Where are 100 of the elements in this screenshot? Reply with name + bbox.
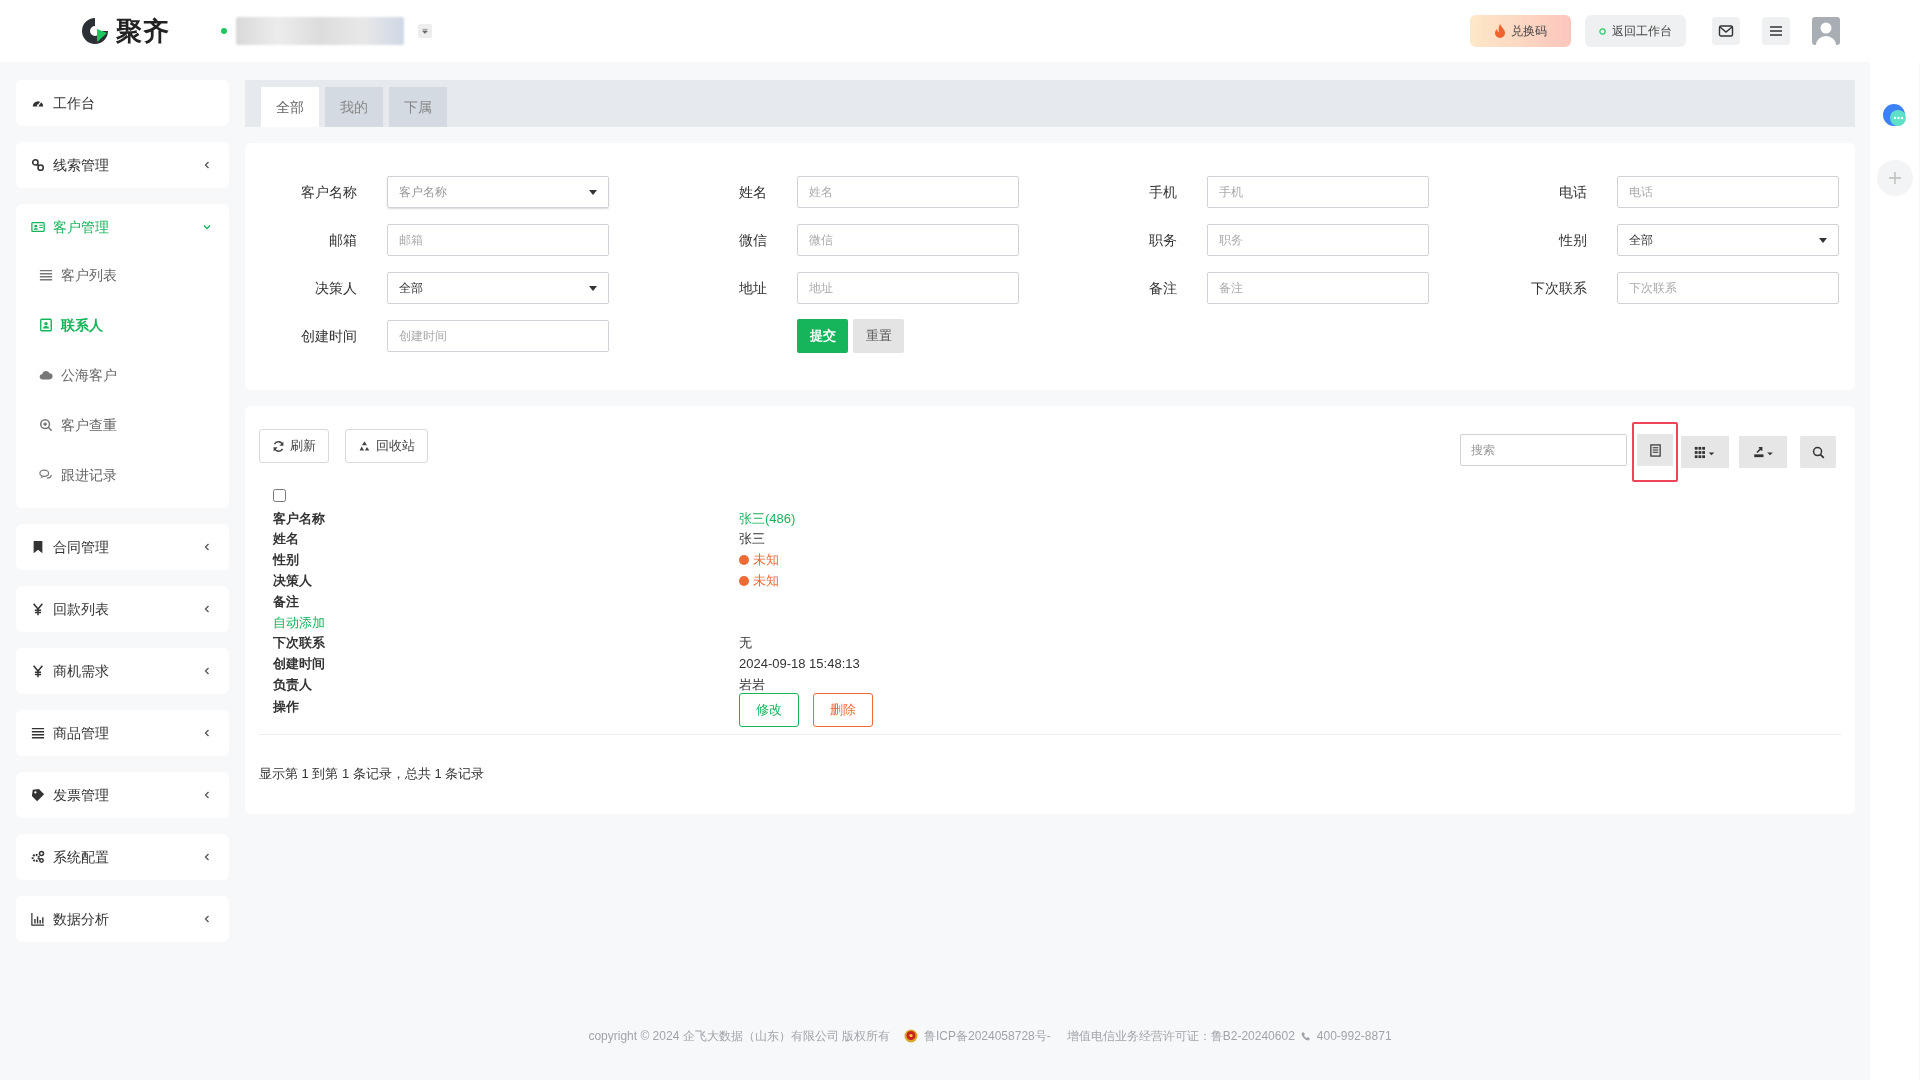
field-label: 备注 <box>1148 278 1177 298</box>
circle-icon <box>1599 27 1606 35</box>
input-field[interactable]: 下次联系 <box>1617 272 1839 304</box>
dropdown-icon[interactable] <box>418 24 433 38</box>
sidebar-item[interactable]: 数据分析 <box>16 896 229 942</box>
input-field[interactable]: 手机 <box>1207 176 1429 208</box>
select-field[interactable]: 全部 <box>387 272 609 304</box>
copyright-text: copyright © 2024 企飞大数据（山东）有限公司 版权所有 <box>588 1028 890 1045</box>
cloud-icon <box>39 368 53 382</box>
sidebar-subitem[interactable]: 公海客户 <box>16 350 229 400</box>
plus-icon <box>1886 170 1903 186</box>
list-icon <box>31 726 45 740</box>
input-field[interactable]: 微信 <box>797 224 1019 256</box>
columns-icon[interactable] <box>1681 436 1729 468</box>
pagination-info: 显示第 1 到第 1 条记录，总共 1 条记录 <box>259 765 486 784</box>
mail-icon[interactable] <box>1712 17 1740 45</box>
chevron-left-icon <box>202 542 212 552</box>
yen-icon <box>31 664 45 678</box>
recycle-icon <box>358 439 371 453</box>
emblem-icon <box>904 1029 918 1043</box>
sidebar-item[interactable]: 商品管理 <box>16 710 229 756</box>
field-label: 微信 <box>738 230 767 250</box>
field-label: 客户名称 <box>273 510 325 526</box>
chevron-left-icon <box>202 666 212 676</box>
search-icon[interactable] <box>1800 436 1836 468</box>
tab[interactable]: 全部 <box>261 87 319 127</box>
reset-button[interactable]: 重置 <box>853 319 904 353</box>
sidebar-item[interactable]: 回款列表 <box>16 586 229 632</box>
caret-icon <box>1819 237 1827 243</box>
field-label: 电话 <box>1558 182 1587 202</box>
bookmark-icon <box>31 540 45 554</box>
field-label: 姓名 <box>273 531 299 547</box>
export-icon[interactable] <box>1739 436 1787 468</box>
input-field[interactable]: 地址 <box>797 272 1019 304</box>
menu-icon[interactable] <box>1762 17 1790 45</box>
contact-card-icon <box>39 318 53 332</box>
yen-icon <box>31 602 45 616</box>
note-text: 自动添加 <box>273 613 325 632</box>
card-view-icon[interactable] <box>1637 434 1673 466</box>
field-label: 客户名称 <box>300 182 357 202</box>
caret-icon <box>589 189 597 195</box>
list-icon <box>39 268 53 282</box>
chat-bubbles-icon <box>39 468 53 482</box>
chevron-left-icon <box>202 604 212 614</box>
input-field[interactable]: 姓名 <box>797 176 1019 208</box>
checkbox[interactable] <box>273 489 286 502</box>
zoom-in-icon <box>39 418 53 432</box>
field-label: 手机 <box>1148 182 1177 202</box>
input-field[interactable]: 创建时间 <box>387 320 609 352</box>
link-icon <box>31 158 45 172</box>
field-value: 岩岩 <box>739 676 765 694</box>
field-label: 负责人 <box>273 677 312 692</box>
field-label: 姓名 <box>738 182 767 202</box>
sidebar-item[interactable]: 工作台 <box>16 80 229 126</box>
sidebar-item[interactable]: 系统配置 <box>16 834 229 880</box>
phone-number: 400-992-8871 <box>1316 1028 1392 1045</box>
sidebar-item[interactable]: 线索管理 <box>16 142 229 188</box>
sidebar-item[interactable]: 合同管理 <box>16 524 229 570</box>
input-field[interactable]: 邮箱 <box>387 224 609 256</box>
field-label: 性别 <box>273 552 299 568</box>
logo-icon <box>80 16 110 46</box>
flame-icon <box>1494 24 1506 38</box>
sidebar-subitem[interactable]: 跟进记录 <box>16 450 229 500</box>
back-to-workbench-button[interactable]: 返回工作台 <box>1585 15 1686 47</box>
logo-text: 聚齐 <box>116 14 170 48</box>
field-label: 下次联系 <box>1530 278 1587 298</box>
refresh-icon <box>272 439 285 453</box>
delete-button[interactable]: 删除 <box>813 693 873 728</box>
sidebar-item[interactable]: 商机需求 <box>16 648 229 694</box>
chevron-left-icon <box>202 790 212 800</box>
field-label: 决策人 <box>273 573 312 589</box>
field-value: 2024-09-18 15:48:13 <box>739 655 860 674</box>
chevron-left-icon <box>202 852 212 862</box>
search-field[interactable]: 搜索 <box>1460 434 1627 466</box>
tag-icon <box>31 788 45 802</box>
phone-icon <box>1300 1031 1311 1041</box>
refresh-button[interactable]: 刷新 <box>259 429 329 463</box>
license-text: 增值电信业务经营许可证：鲁B2-20240602 <box>1066 1028 1295 1045</box>
status-text: 未知 <box>753 551 779 570</box>
gears-icon <box>31 850 45 864</box>
field-label: 创建时间 <box>273 656 325 672</box>
recycle-bin-button[interactable]: 回收站 <box>345 429 428 463</box>
chevron-down-icon <box>202 222 212 232</box>
field-label: 地址 <box>738 278 767 298</box>
redeem-code-button[interactable]: 兑换码 <box>1470 15 1571 47</box>
field-label: 职务 <box>1148 230 1177 250</box>
field-label: 决策人 <box>314 278 357 298</box>
sidebar-subitem[interactable]: 客户查重 <box>16 400 229 450</box>
input-field[interactable]: 职务 <box>1207 224 1429 256</box>
input-field[interactable]: 电话 <box>1617 176 1839 208</box>
id-card-icon <box>31 220 45 234</box>
sidebar-item[interactable]: 发票管理 <box>16 772 229 818</box>
field-label: 性别 <box>1557 230 1587 250</box>
sidebar-subitem[interactable]: 客户列表 <box>16 250 229 300</box>
field-value: 无 <box>739 634 752 653</box>
bar-chart-icon <box>31 912 45 926</box>
chevron-left-icon <box>202 914 212 924</box>
select-field[interactable]: 全部 <box>1617 224 1839 256</box>
input-field[interactable]: 备注 <box>1207 272 1429 304</box>
caret-icon <box>589 285 597 291</box>
